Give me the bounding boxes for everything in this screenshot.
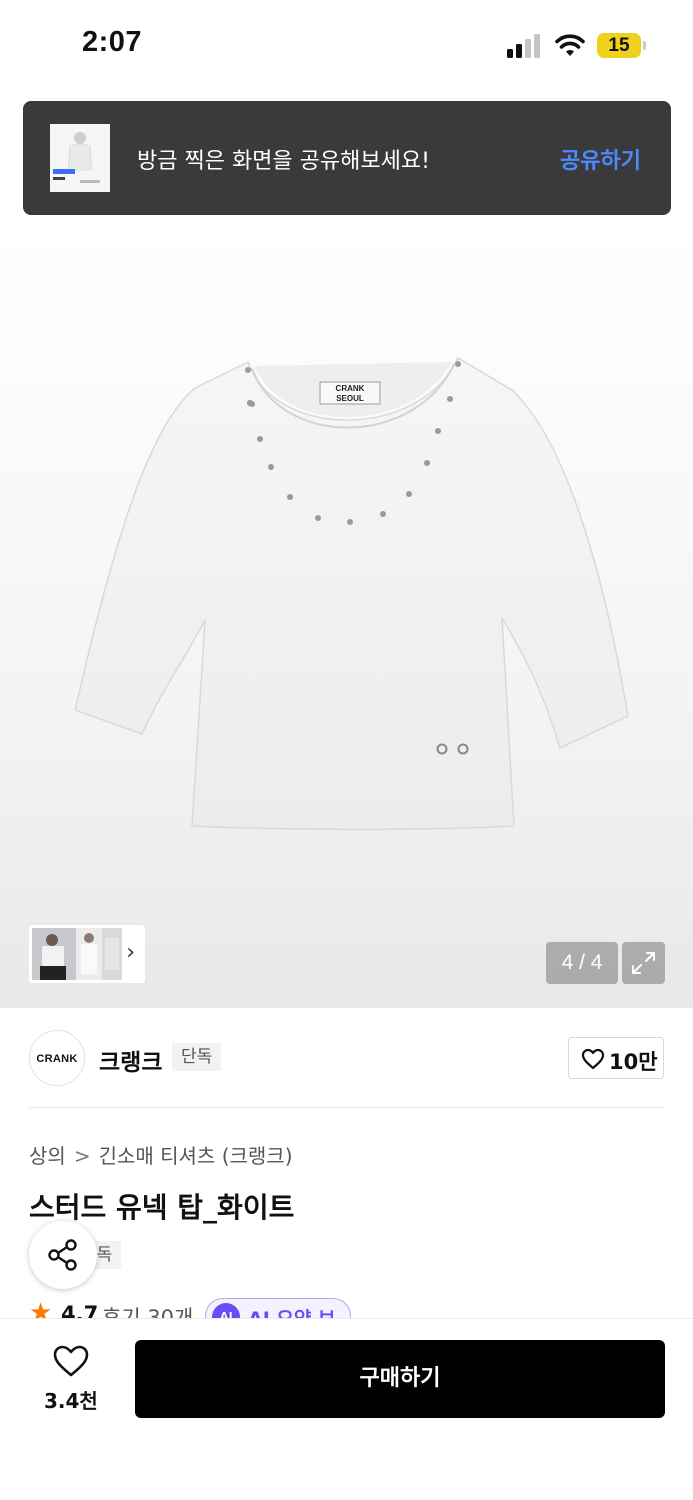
share-button[interactable]: 공유하기 [560, 143, 641, 175]
status-bar: 2:07 15 [0, 0, 693, 92]
star-icon: ★ [29, 1298, 53, 1320]
expand-icon[interactable] [622, 942, 665, 984]
buy-button[interactable]: 구매하기 [135, 1340, 665, 1418]
brand-name[interactable]: 크랭크 [99, 1043, 162, 1077]
shirt-label-line1: CRANK [336, 384, 365, 393]
breadcrumb: 상의 > 긴소매 티셔츠 (크랭크) [29, 1140, 293, 1169]
wishlist-heart-icon[interactable] [52, 1344, 90, 1378]
breadcrumb-subcategory[interactable]: 긴소매 티셔츠 (크랭크) [99, 1144, 293, 1168]
screenshot-thumbnail [50, 124, 110, 192]
thumbnail-strip[interactable]: › [29, 925, 145, 983]
product-title: 스터드 유넥 탑_화이트 [29, 1191, 295, 1224]
share-icon [48, 1239, 77, 1271]
heart-icon [581, 1048, 605, 1070]
ai-summary-button[interactable]: AI AI 요약 보기 [205, 1298, 351, 1320]
rating-row[interactable]: ★ 4.7 후기 30개 AI AI 요약 보기 [29, 1298, 429, 1320]
brand-logo[interactable]: CRANK [29, 1030, 85, 1086]
image-counter: 4 / 4 [546, 942, 618, 984]
share-toast[interactable]: 방금 찍은 화면을 공유해보세요! 공유하기 [23, 101, 671, 215]
divider [29, 1107, 665, 1108]
brand-like-button[interactable]: 10만 [568, 1037, 664, 1079]
signal-icon [507, 34, 543, 58]
breadcrumb-category[interactable]: 상의 [29, 1144, 66, 1168]
brand-like-count: 10만 [609, 1050, 658, 1074]
toast-message: 방금 찍은 화면을 공유해보세요! [137, 149, 430, 174]
share-fab-button[interactable] [29, 1221, 97, 1289]
battery-tip [643, 41, 646, 50]
chevron-right-icon: > [73, 1144, 91, 1168]
wifi-icon [555, 34, 585, 56]
shirt-label-line2: SEOUL [336, 394, 364, 403]
thumbnail-images [32, 928, 122, 980]
product-photo: CRANK SEOUL [74, 356, 629, 831]
product-image-gallery[interactable]: CRANK SEOUL › 4 / 4 [0, 230, 693, 1008]
wishlist-count: 3.4천 [44, 1389, 98, 1413]
status-time: 2:07 [82, 26, 143, 58]
chevron-right-icon[interactable]: › [126, 940, 135, 965]
brand-exclusive-tag: 단독 [172, 1043, 222, 1071]
battery-icon: 15 [597, 33, 641, 58]
